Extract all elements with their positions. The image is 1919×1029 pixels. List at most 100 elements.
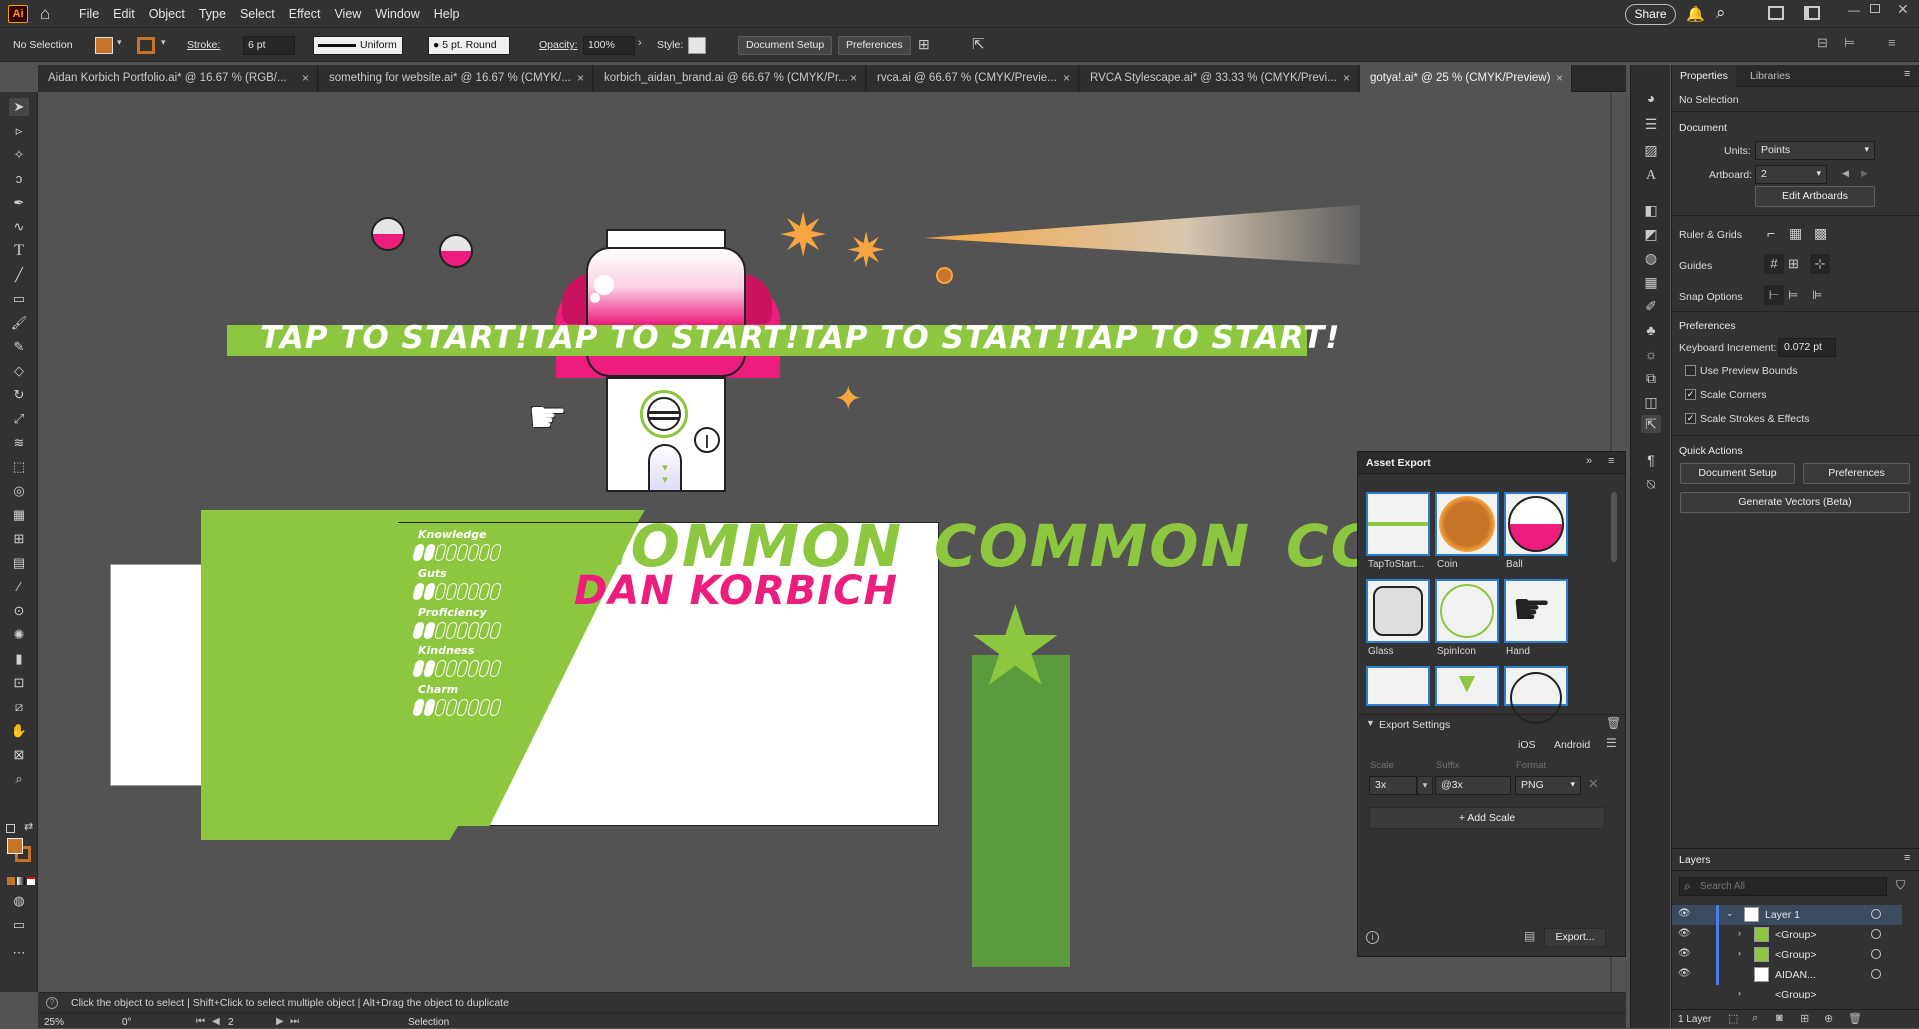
tab-portfolio[interactable]: Aidan Korbich Portfolio.ai* @ 16.67 % (R… [38,65,318,92]
print-tiling-tool-icon[interactable]: ⊠ [9,746,29,764]
new-sublayer-icon[interactable]: ⊞ [1800,1012,1809,1025]
close-icon[interactable]: × [1343,71,1350,85]
asset-thumb-arrows[interactable]: ▼ [1435,666,1499,706]
brushes-icon[interactable]: ✐ [1641,297,1661,315]
menu-file[interactable]: File [72,7,106,21]
artboard-tool-icon[interactable]: ⊡ [9,674,29,692]
symbols-icon[interactable]: ♣ [1641,321,1661,339]
chevron-right-icon[interactable]: › [1738,928,1741,938]
export-for-screens-icon[interactable]: ⬚ [1728,1012,1738,1025]
chute-door[interactable]: ▾ ▾ [648,444,682,492]
minimize-icon[interactable]: — [1848,3,1860,17]
grid-icon[interactable]: ▦ [1789,225,1802,242]
chevron-right-icon[interactable]: › [1738,988,1741,998]
target-icon[interactable] [1871,949,1881,959]
pen-tool-icon[interactable]: ✒ [9,194,29,212]
keyboard-increment-field[interactable]: 0.072 pt [1778,338,1836,357]
eye-icon[interactable]: 👁 [1678,908,1691,919]
layers-title[interactable]: Layers [1679,854,1711,866]
gumball-machine-glass[interactable] [586,247,746,377]
rectangle-tool-icon[interactable]: ▭ [9,290,29,308]
hand-tool-icon[interactable]: ✋ [9,722,29,740]
close-icon[interactable]: × [302,71,309,85]
layers-search[interactable]: ⌕ [1679,877,1887,896]
zoom-field[interactable]: 25% [44,1017,102,1029]
default-colors-icon[interactable] [6,824,15,833]
character-icon[interactable]: A [1641,167,1661,185]
export-settings-header[interactable]: ▼ Export Settings 🗑 [1358,714,1625,734]
more-tools-icon[interactable]: ⋯ [9,944,29,962]
symbol-sprayer-tool-icon[interactable]: ✺ [9,626,29,644]
gumball-machine-cap[interactable] [606,229,726,249]
none-mode-icon[interactable] [27,877,35,885]
free-transform-tool-icon[interactable]: ⬚ [9,458,29,476]
next-artboard-icon[interactable]: ▶ [1861,168,1868,179]
chevron-down-icon[interactable]: ▾ [161,37,166,48]
collapse-icon[interactable]: » [1586,455,1592,467]
menu-edit[interactable]: Edit [106,7,142,21]
layer-row-aidan[interactable]: 👁 AIDAN... [1672,965,1902,985]
smart-guides-icon[interactable]: ⊹ [1810,254,1830,274]
artboards-icon[interactable]: ◫ [1641,393,1661,411]
export-icon[interactable]: ⇱ [972,35,985,53]
color-mode-icon[interactable] [7,877,15,885]
tab-libraries[interactable]: Libraries [1750,70,1790,82]
coin-small[interactable] [936,267,953,284]
remove-scale-icon[interactable]: ✕ [1588,776,1599,792]
share-button[interactable]: Share [1625,4,1676,25]
asset-thumb-beam[interactable] [1366,666,1430,706]
eye-icon[interactable]: 👁 [1678,968,1691,979]
arrange-icon[interactable] [1804,6,1820,20]
layer-row-group2[interactable]: 👁 › <Group> [1672,945,1902,965]
paragraph-icon[interactable]: ¶ [1641,451,1661,469]
shape-builder-tool-icon[interactable]: ◎ [9,482,29,500]
qa-document-setup-button[interactable]: Document Setup [1680,463,1795,484]
next-artboard-icon[interactable]: ▶ [276,1016,284,1027]
fill-color-swatch[interactable] [7,838,23,854]
guides-lock-icon[interactable]: ⊞ [1788,254,1799,274]
blend-tool-icon[interactable]: ⊙ [9,602,29,620]
restore-icon[interactable] [1870,4,1880,13]
artboard-select[interactable]: 2 ▾ [1755,165,1827,184]
qa-preferences-button[interactable]: Preferences [1803,463,1910,484]
pathfinder-icon[interactable]: ⧉ [1641,369,1661,387]
asset-thumb-ball[interactable] [1504,492,1568,556]
scale-field[interactable]: 3x [1369,776,1417,795]
stroke-swatch[interactable] [137,37,155,54]
tab-properties[interactable]: Properties [1672,65,1736,87]
stroke-icon[interactable]: ☼ [1641,345,1661,363]
export-button[interactable]: Export... [1544,928,1606,947]
add-scale-button[interactable]: + Add Scale [1369,807,1605,829]
units-select[interactable]: Points ▾ [1755,141,1875,160]
ball-small-2[interactable] [439,234,473,268]
color-wheel-icon[interactable]: ◕ [1641,89,1661,107]
menu-help[interactable]: Help [427,7,467,21]
menu-view[interactable]: View [327,7,368,21]
transparency-grid-icon[interactable]: ▩ [1814,225,1827,242]
filter-icon[interactable]: ⛉ [1896,878,1905,893]
bell-icon[interactable]: 🔔 [1686,5,1705,23]
rulers-icon[interactable]: ⌐ [1767,225,1775,241]
asset-thumb-knob[interactable] [1504,666,1568,724]
platform-ios[interactable]: iOS [1518,739,1536,751]
asset-thumb-taptostart[interactable] [1366,492,1430,556]
snap-glyph-icon[interactable]: ⊫ [1812,285,1822,305]
distribute-icon[interactable]: ⊨ [1844,35,1855,51]
asset-scrollbar[interactable] [1611,492,1617,562]
scale-dropdown-icon[interactable]: ▾ [1417,776,1433,795]
search-icon[interactable]: ⌕ [1716,3,1726,23]
target-icon[interactable] [1871,909,1881,919]
chevron-right-icon[interactable]: › [638,37,642,49]
menu-select[interactable]: Select [233,7,282,21]
first-artboard-icon[interactable]: ⏮ [196,1016,205,1027]
layer-row-group3[interactable]: › <Group> [1672,985,1902,999]
gradient-tool-icon[interactable]: ▤ [9,554,29,572]
locate-object-icon[interactable]: ⌕ [1752,1012,1758,1025]
align-icon[interactable]: ⊟ [1817,35,1828,51]
perspective-grid-tool-icon[interactable]: ▦ [9,506,29,524]
brush-select[interactable]: ● 5 pt. Round [428,36,510,55]
zoom-tool-icon[interactable]: ⌕ [9,770,29,788]
appearance-icon[interactable]: ◍ [1641,249,1661,267]
line-tool-icon[interactable]: ╱ [9,266,29,284]
transparency-icon[interactable]: ◩ [1641,225,1661,243]
